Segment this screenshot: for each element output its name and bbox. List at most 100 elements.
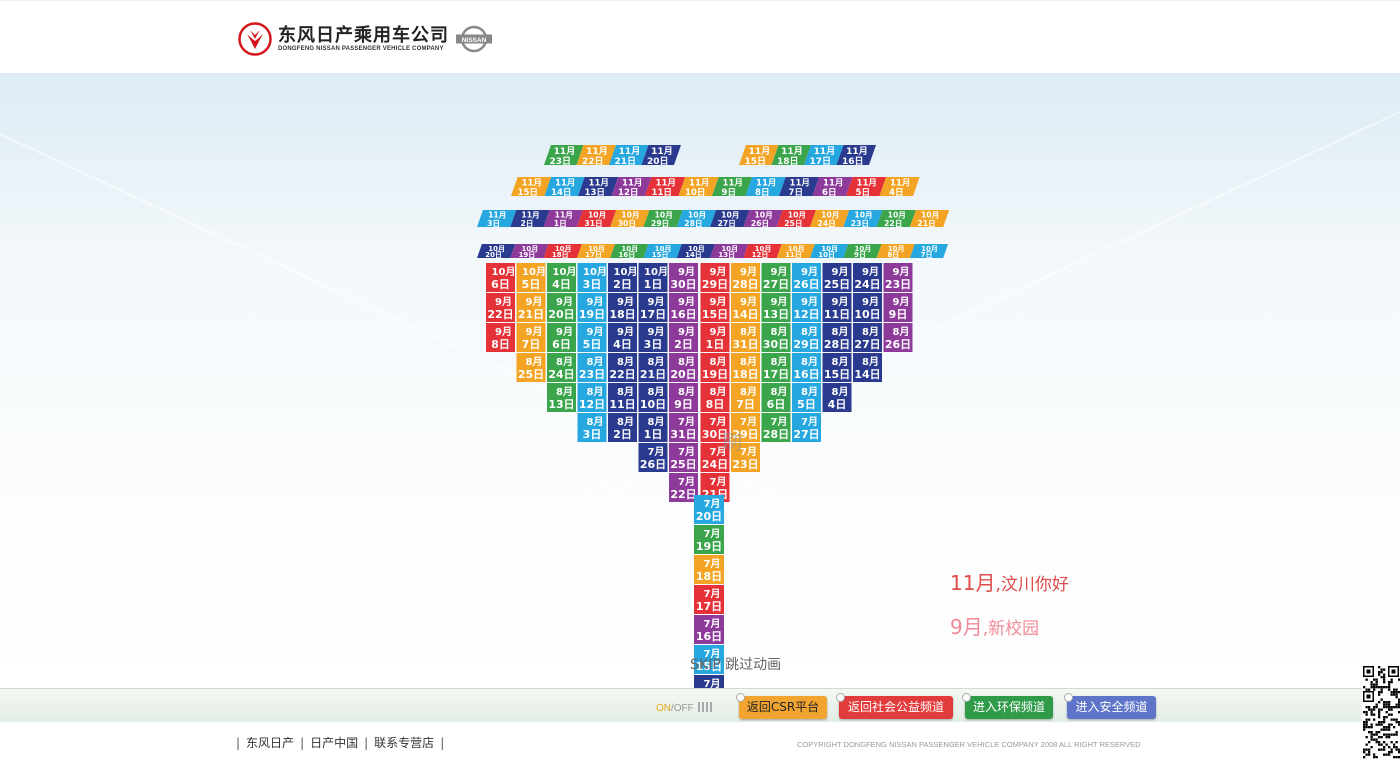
perspective-cell[interactable]: 10月10日	[810, 244, 849, 259]
perspective-cell[interactable]: 10月14日	[676, 244, 715, 259]
calendar-cell[interactable]: 8月8日	[700, 383, 730, 412]
qr-code-icon[interactable]	[1362, 663, 1400, 760]
calendar-cell[interactable]: 8月13日	[547, 383, 576, 412]
calendar-cell[interactable]: 9月30日	[669, 263, 698, 292]
calendar-cell[interactable]: 9月3日	[638, 323, 668, 352]
trunk-cell[interactable]: 7月16日	[694, 615, 724, 644]
calendar-cell[interactable]: 8月9日	[669, 383, 698, 412]
calendar-cell[interactable]: 9月8日	[486, 323, 515, 352]
perspective-cell[interactable]: 10月24日	[810, 210, 850, 228]
perspective-cell[interactable]: 10月9日	[843, 244, 882, 259]
calendar-cell[interactable]: 9月9日	[883, 293, 913, 322]
perspective-cell[interactable]: 11月16日	[836, 145, 877, 167]
enter-environment-button[interactable]: 进入环保频道	[962, 693, 1053, 719]
calendar-cell[interactable]: 10月2日	[608, 263, 637, 292]
perspective-cell[interactable]: 11月3日	[477, 210, 517, 228]
perspective-cell[interactable]: 10月12日	[743, 244, 782, 259]
perspective-cell[interactable]: 11月2日	[510, 210, 550, 228]
calendar-cell[interactable]: 9月14日	[731, 293, 760, 322]
calendar-cell[interactable]: 9月27日	[761, 263, 791, 292]
calendar-cell[interactable]: 7月28日	[761, 413, 791, 442]
calendar-cell[interactable]: 7月27日	[792, 413, 821, 442]
calendar-cell[interactable]: 8月27日	[853, 323, 882, 352]
tagline-september[interactable]: 9月,新校园	[950, 617, 1069, 639]
footer-link-nissan-china[interactable]: 日产中国	[310, 736, 358, 750]
perspective-cell[interactable]: 10月15日	[643, 244, 682, 259]
calendar-cell[interactable]: 8月23日	[577, 353, 607, 382]
calendar-cell[interactable]: 8月15日	[822, 353, 852, 382]
perspective-cell[interactable]: 10月26日	[743, 210, 783, 228]
calendar-cell[interactable]: 8月7日	[731, 383, 760, 412]
footer-link-dongfeng[interactable]: 东风日产	[246, 736, 294, 750]
sound-on-label[interactable]: ON	[656, 703, 671, 714]
sound-off-label[interactable]: OFF	[674, 703, 694, 714]
calendar-cell[interactable]: 8月10日	[638, 383, 668, 412]
trunk-cell[interactable]: 7月	[694, 675, 724, 688]
calendar-cell[interactable]: 8月20日	[669, 353, 698, 382]
calendar-cell[interactable]: 9月10日	[853, 293, 882, 322]
calendar-cell[interactable]: 9月7日	[516, 323, 546, 352]
calendar-cell[interactable]: 9月2日	[669, 323, 698, 352]
calendar-cell[interactable]: 8月18日	[731, 353, 760, 382]
perspective-cell[interactable]: 10月23日	[843, 210, 883, 228]
calendar-cell[interactable]: 9月29日	[700, 263, 730, 292]
back-csr-platform-button[interactable]: 返回CSR平台	[736, 693, 827, 719]
perspective-cell[interactable]: 10月27日	[710, 210, 750, 228]
perspective-cell[interactable]: 10月29日	[643, 210, 683, 228]
perspective-cell[interactable]: 10月18日	[543, 244, 582, 259]
calendar-cell[interactable]: 9月18日	[608, 293, 637, 322]
calendar-cell[interactable]: 8月28日	[822, 323, 852, 352]
calendar-cell[interactable]: 8月1日	[638, 413, 668, 442]
calendar-cell[interactable]: 9月20日	[547, 293, 576, 322]
calendar-cell[interactable]: 8月30日	[761, 323, 791, 352]
perspective-cell[interactable]: 11月4日	[879, 177, 920, 198]
calendar-cell[interactable]: 10月1日	[638, 263, 668, 292]
calendar-cell[interactable]: 9月23日	[883, 263, 913, 292]
calendar-cell[interactable]: 9月17日	[638, 293, 668, 322]
calendar-cell[interactable]: 8月24日	[547, 353, 576, 382]
perspective-cell[interactable]: 10月13日	[710, 244, 749, 259]
perspective-cell[interactable]: 10月8日	[876, 244, 915, 259]
calendar-cell[interactable]: 8月11日	[608, 383, 637, 412]
sound-toggle[interactable]: ON/OFF	[656, 702, 712, 714]
perspective-cell[interactable]: 10月30日	[610, 210, 650, 228]
calendar-cell[interactable]: 8月3日	[577, 413, 607, 442]
calendar-cell[interactable]: 8月17日	[761, 353, 791, 382]
calendar-cell[interactable]: 9月25日	[822, 263, 852, 292]
calendar-cell[interactable]: 9月1日	[700, 323, 730, 352]
calendar-cell[interactable]: 9月6日	[547, 323, 576, 352]
calendar-cell[interactable]: 8月29日	[792, 323, 821, 352]
calendar-cell[interactable]: 9月19日	[577, 293, 607, 322]
calendar-cell[interactable]: 9月21日	[516, 293, 546, 322]
perspective-cell[interactable]: 10月22日	[876, 210, 916, 228]
calendar-cell[interactable]: 9月13日	[761, 293, 791, 322]
calendar-cell[interactable]: 8月31日	[731, 323, 760, 352]
perspective-cell[interactable]: 11月20日	[641, 145, 682, 167]
perspective-cell[interactable]: 10月7日	[909, 244, 949, 259]
calendar-cell[interactable]: 8月4日	[822, 383, 852, 412]
trunk-cell[interactable]: 7月18日	[694, 555, 724, 584]
calendar-cell[interactable]: 8月25日	[516, 353, 546, 382]
perspective-cell[interactable]: 10月28日	[676, 210, 717, 228]
calendar-cell[interactable]: 9月16日	[669, 293, 698, 322]
perspective-cell[interactable]: 11月1日	[543, 210, 583, 228]
calendar-cell[interactable]: 7月25日	[669, 443, 698, 472]
calendar-cell[interactable]: 9月12日	[792, 293, 821, 322]
trunk-cell[interactable]: 7月20日	[694, 495, 724, 524]
calendar-cell[interactable]: 8月2日	[608, 413, 637, 442]
perspective-cell[interactable]: 10月17日	[576, 244, 616, 259]
calendar-cell[interactable]: 8月21日	[638, 353, 668, 382]
tagline-november[interactable]: 11月,汶川你好	[950, 573, 1069, 595]
trunk-cell[interactable]: 7月17日	[694, 585, 724, 614]
enter-safety-button[interactable]: 进入安全频道	[1064, 693, 1156, 719]
perspective-cell[interactable]: 10月19日	[510, 244, 549, 259]
calendar-cell[interactable]: 8月12日	[577, 383, 607, 412]
calendar-cell[interactable]: 7月26日	[638, 443, 668, 472]
calendar-cell[interactable]: 9月26日	[792, 263, 821, 292]
calendar-cell[interactable]: 9月4日	[608, 323, 637, 352]
perspective-cell[interactable]: 10月31日	[576, 210, 617, 228]
calendar-cell[interactable]: 10月6日	[486, 263, 515, 292]
calendar-cell[interactable]: 9月22日	[486, 293, 515, 322]
skip-animation-link[interactable]: SKIP 跳过动画	[690, 654, 781, 674]
calendar-cell[interactable]: 9月11日	[822, 293, 852, 322]
